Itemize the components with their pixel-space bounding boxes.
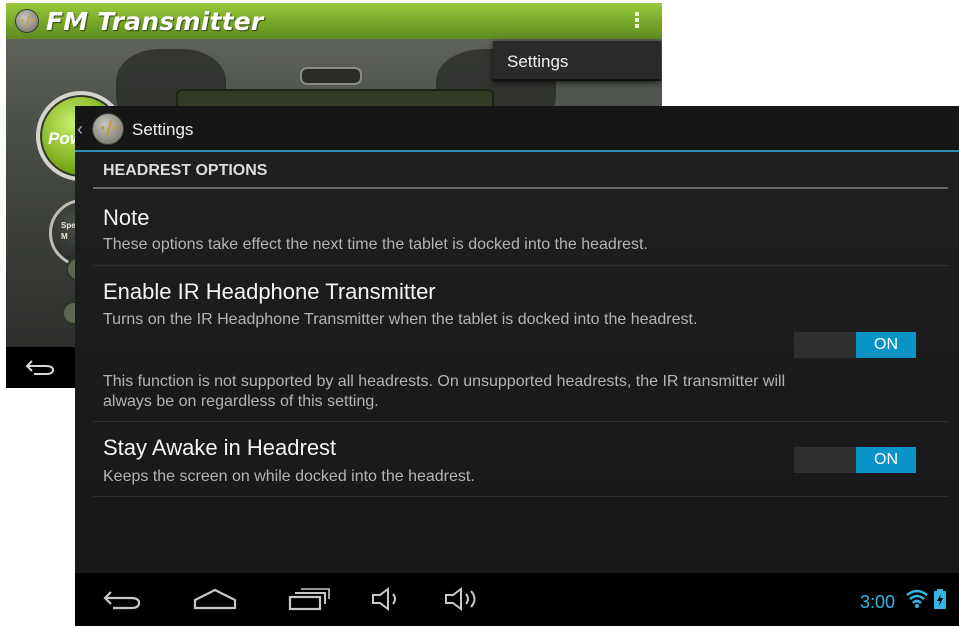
app-logo-glyph: ·/· xyxy=(99,118,119,139)
row-divider xyxy=(93,265,948,266)
page-title: Settings xyxy=(132,120,194,139)
ir-transmitter-title: Enable IR Headphone Transmitter xyxy=(103,279,436,304)
section-divider xyxy=(93,187,948,189)
stay-awake-title: Stay Awake in Headrest xyxy=(103,435,337,460)
row-divider xyxy=(93,496,948,497)
system-nav-bar: 3:00 xyxy=(75,573,959,626)
app-title: FM Transmitter xyxy=(46,7,264,36)
toggle-on-label: ON xyxy=(856,332,916,358)
settings-action-bar: ‹ ·/· Settings xyxy=(75,106,959,152)
app-logo-icon[interactable]: ·/· xyxy=(15,9,39,33)
fm-action-bar: ·/· FM Transmitter xyxy=(6,3,662,39)
back-icon[interactable] xyxy=(101,587,143,616)
app-logo-icon[interactable]: ·/· xyxy=(92,113,124,145)
stay-awake-toggle[interactable]: ON xyxy=(794,447,916,473)
note-title: Note xyxy=(103,205,150,230)
ir-transmitter-note: This function is not supported by all he… xyxy=(103,373,786,410)
app-logo-glyph: ·/· xyxy=(20,12,36,30)
battery-charging-icon xyxy=(934,589,946,614)
back-icon[interactable] xyxy=(24,357,56,382)
rearview-mirror xyxy=(300,67,362,85)
recent-apps-icon[interactable] xyxy=(287,587,331,616)
overflow-menu-settings-item[interactable]: Settings xyxy=(493,41,661,81)
overflow-menu-icon[interactable] xyxy=(633,10,641,32)
volume-up-icon[interactable] xyxy=(443,587,483,616)
up-navigation-icon[interactable]: ‹ xyxy=(77,119,83,140)
wifi-icon xyxy=(905,589,929,614)
row-divider xyxy=(93,421,948,422)
ir-transmitter-toggle[interactable]: ON xyxy=(794,332,916,358)
volume-down-icon[interactable] xyxy=(370,587,404,616)
status-time: 3:00 xyxy=(860,592,896,612)
stay-awake-summary: Keeps the screen on while docked into th… xyxy=(103,468,475,485)
menu-item-label: Settings xyxy=(507,52,569,71)
settings-window: ‹ ·/· Settings HEADREST OPTIONS Note The… xyxy=(75,106,959,626)
ir-transmitter-summary: Turns on the IR Headphone Transmitter wh… xyxy=(103,311,698,328)
speaker-mode-label: Spe M xyxy=(61,221,76,241)
note-summary: These options take effect the next time … xyxy=(103,236,648,253)
section-header: HEADREST OPTIONS xyxy=(103,162,268,179)
toggle-on-label: ON xyxy=(856,447,916,473)
home-icon[interactable] xyxy=(192,587,238,616)
